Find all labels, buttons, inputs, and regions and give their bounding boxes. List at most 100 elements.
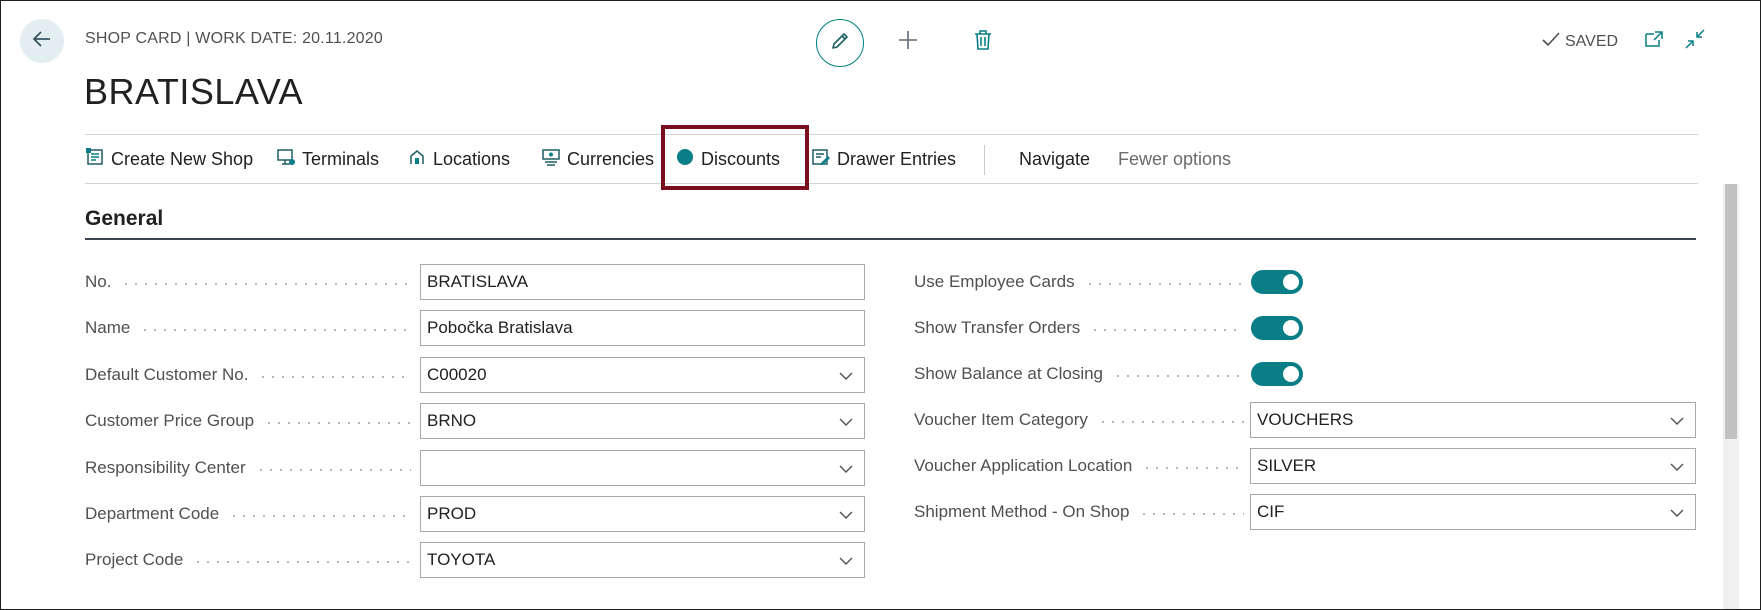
voucher-item-category-select[interactable]: VOUCHERS (1250, 402, 1696, 438)
select-value: TOYOTA (427, 550, 496, 569)
field-label-use-employee-cards: Use Employee Cards (914, 272, 1075, 291)
project-code-select[interactable]: TOYOTA (420, 542, 865, 578)
action-label: Drawer Entries (837, 148, 957, 169)
shipment-method-on-shop-select[interactable]: CIF (1250, 494, 1696, 530)
toggle-knob (1283, 274, 1299, 290)
show-transfer-orders-toggle[interactable] (1251, 316, 1303, 340)
drawer-entries-icon (811, 147, 831, 172)
label-dots (264, 422, 411, 424)
chevron-down-icon[interactable] (1669, 505, 1685, 521)
arrow-left-icon (31, 28, 53, 55)
action-label: Terminals (302, 148, 380, 169)
action-label: Locations (433, 148, 511, 169)
field-row-show-transfer-orders: Show Transfer Orders (914, 310, 1244, 346)
default-customer-no-select[interactable]: C00020 (420, 357, 865, 393)
field-label-no: No. (85, 272, 112, 291)
collapse-button[interactable] (1679, 25, 1711, 57)
discount-dot-icon (675, 147, 695, 172)
chevron-down-icon[interactable] (838, 414, 854, 430)
action-fewer-options[interactable]: Fewer options (1118, 135, 1231, 183)
name-field[interactable]: Pobočka Bratislava (420, 310, 865, 346)
voucher-application-location-select[interactable]: SILVER (1250, 448, 1696, 484)
field-label-customer-price-group: Customer Price Group (85, 411, 255, 430)
label-dots (1084, 283, 1244, 285)
back-button[interactable] (20, 19, 64, 63)
field-label-voucher-application-location: Voucher Application Location (914, 456, 1133, 475)
label-dots (258, 376, 411, 378)
field-label-voucher-item-category: Voucher Item Category (914, 410, 1088, 429)
field-label-responsibility-center: Responsibility Center (85, 458, 246, 477)
no-field[interactable]: BRATISLAVA (420, 264, 865, 300)
action-navigate[interactable]: Navigate (1019, 135, 1090, 183)
action-drawer-entries[interactable]: Drawer Entries (811, 135, 956, 183)
label-dots (1090, 329, 1244, 331)
chevron-down-icon[interactable] (838, 368, 854, 384)
label-dots (255, 469, 411, 471)
select-value: VOUCHERS (1257, 410, 1354, 429)
saved-label: SAVED (1565, 32, 1619, 50)
vertical-scrollbar[interactable] (1723, 184, 1739, 609)
toggle-knob (1283, 320, 1299, 336)
chevron-down-icon[interactable] (1669, 459, 1685, 475)
select-value: BRNO (427, 411, 477, 430)
open-in-new-window-icon (1643, 29, 1665, 54)
checkmark-icon (1541, 30, 1561, 53)
locations-icon (407, 147, 427, 172)
action-label: Navigate (1019, 148, 1091, 169)
department-code-select[interactable]: PROD (420, 496, 865, 532)
pencil-icon (829, 30, 851, 57)
new-button[interactable] (892, 26, 924, 58)
show-balance-at-closing-toggle[interactable] (1251, 362, 1303, 386)
scrollbar-thumb[interactable] (1725, 184, 1737, 439)
field-row-no: No. (85, 264, 411, 300)
label-dots (1113, 375, 1244, 377)
field-label-project-code: Project Code (85, 550, 184, 569)
label-dots (1097, 421, 1244, 423)
shop-card-page: SHOP CARD | WORK DATE: 20.11.2020 BRATIS… (0, 0, 1761, 610)
field-row-show-balance-at-closing: Show Balance at Closing (914, 356, 1244, 392)
field-row-use-employee-cards: Use Employee Cards (914, 264, 1244, 300)
field-label-default-customer-no: Default Customer No. (85, 365, 249, 384)
action-terminals[interactable]: Terminals (276, 135, 379, 183)
chevron-down-icon[interactable] (838, 507, 854, 523)
chevron-down-icon[interactable] (838, 461, 854, 477)
section-title-general: General (85, 207, 164, 230)
action-label: Discounts (701, 148, 781, 169)
select-value: CIF (1257, 502, 1285, 521)
customer-price-group-select[interactable]: BRNO (420, 403, 865, 439)
edit-button[interactable] (816, 19, 864, 67)
action-bar: Create New Shop Terminals Locations Curr… (85, 134, 1698, 184)
field-row-shipment-method-on-shop: Shipment Method - On Shop (914, 494, 1244, 530)
saved-status: SAVED (1541, 30, 1618, 53)
action-create-new-shop[interactable]: Create New Shop (85, 135, 253, 183)
chevron-down-icon[interactable] (1669, 413, 1685, 429)
label-dots (121, 283, 411, 285)
select-value: SILVER (1257, 456, 1317, 475)
label-dots (140, 329, 411, 331)
select-value: PROD (427, 504, 477, 523)
toggle-knob (1283, 366, 1299, 382)
action-divider (984, 145, 985, 175)
trash-icon (973, 29, 993, 56)
responsibility-center-select[interactable] (420, 450, 865, 486)
action-currencies[interactable]: Currencies (541, 135, 654, 183)
page-caption: SHOP CARD | WORK DATE: 20.11.2020 (85, 30, 383, 47)
use-employee-cards-toggle[interactable] (1251, 270, 1303, 294)
currencies-icon (541, 147, 561, 172)
field-row-name: Name (85, 310, 411, 346)
label-dots (193, 561, 411, 563)
action-locations[interactable]: Locations (407, 135, 510, 183)
label-dots (1139, 513, 1244, 515)
field-label-shipment-method-on-shop: Shipment Method - On Shop (914, 502, 1130, 521)
field-label-name: Name (85, 318, 131, 337)
delete-button[interactable] (967, 26, 999, 58)
field-label-show-balance-at-closing: Show Balance at Closing (914, 364, 1104, 383)
open-new-window-button[interactable] (1638, 25, 1670, 57)
action-discounts[interactable]: Discounts (675, 135, 780, 183)
field-row-project-code: Project Code (85, 542, 411, 578)
label-dots (229, 515, 411, 517)
field-row-default-customer-no: Default Customer No. (85, 357, 411, 393)
chevron-down-icon[interactable] (838, 553, 854, 569)
field-label-show-transfer-orders: Show Transfer Orders (914, 318, 1081, 337)
section-underline (85, 238, 1696, 240)
